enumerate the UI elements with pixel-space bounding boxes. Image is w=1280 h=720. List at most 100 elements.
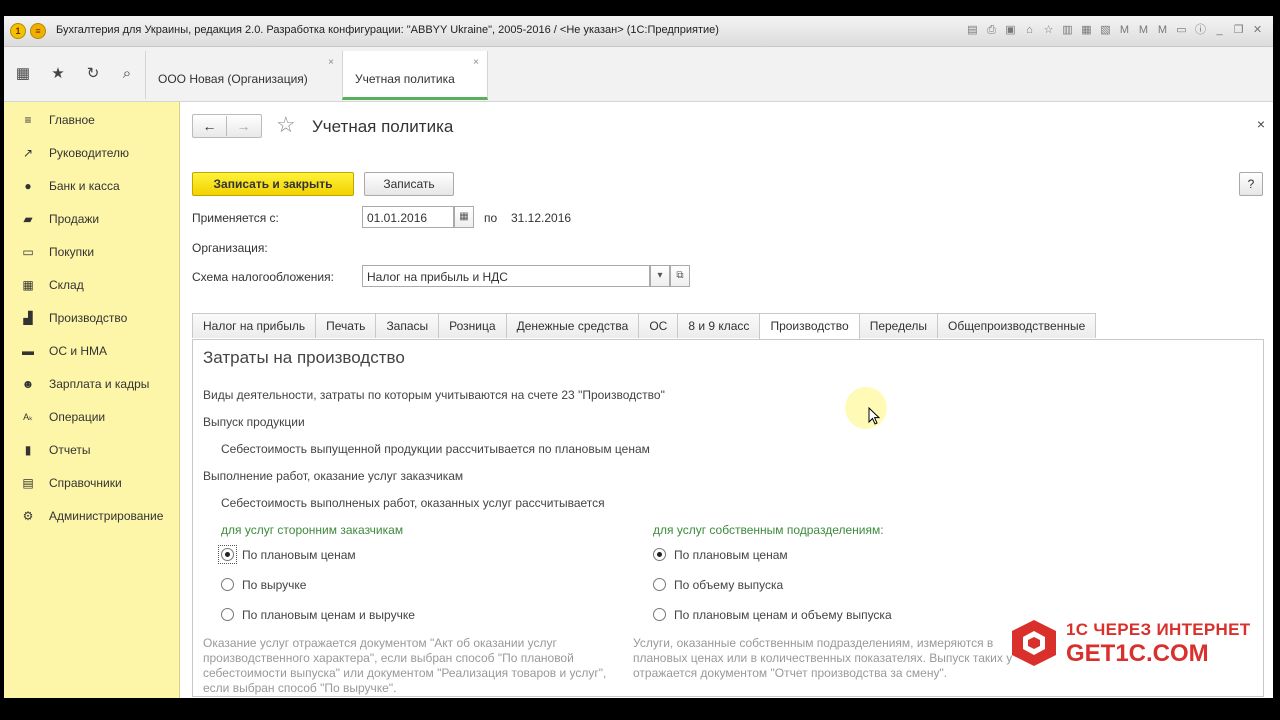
calendar-icon[interactable]: ▦ [454, 206, 474, 228]
bag-icon: ▰ [23, 212, 33, 226]
calc-tool-icon[interactable]: ▦ [1079, 22, 1094, 38]
sidebar-item-assets[interactable]: ▬ ОС и НМА [4, 339, 179, 363]
bar-chart-icon: ▮ [24, 443, 32, 457]
tab-organization-close-icon[interactable]: × [328, 57, 334, 68]
note-line: производственного характера", если выбра… [203, 651, 574, 665]
sidebar-item-main[interactable]: ≡ Главное [4, 108, 179, 132]
coin-icon: ● [24, 179, 32, 193]
app-logo-icon[interactable]: 1 [10, 23, 26, 39]
tab-organization-label: ООО Новая (Организация) [158, 72, 308, 86]
sidebar-item-bank[interactable]: ● Банк и касса [4, 174, 179, 198]
tab-production[interactable]: Производство [759, 313, 860, 340]
search-icon[interactable]: ⌕ [118, 65, 136, 83]
sidebar-item-label: Покупки [49, 245, 95, 259]
sidebar-item-operations[interactable]: Aₖ Операции [4, 405, 179, 429]
app-menu-icon[interactable]: ≡ [30, 23, 46, 39]
internal-note: Услуги, оказанные собственным подразделе… [633, 636, 1012, 681]
window-layout-icon[interactable]: ▭ [1174, 22, 1189, 38]
app-window: 1 ≡ Бухгалтерия для Украины, редакция 2.… [4, 16, 1273, 698]
note-line: отражается документом "Отчет производств… [633, 666, 948, 680]
people-icon: ☻ [21, 377, 35, 391]
window-close-icon[interactable]: ✕ [1250, 22, 1265, 38]
applies-from-label: Применяется с: [192, 211, 279, 225]
memory-m-icon[interactable]: M [1117, 22, 1132, 38]
note-line: если выбран способ "По выручке". [203, 681, 397, 695]
sidebar-item-manager[interactable]: ↗ Руководителю [4, 141, 179, 165]
open-link-icon[interactable]: ⧉ [670, 265, 690, 287]
restore-icon[interactable]: ❐ [1231, 22, 1246, 38]
radio-external-revenue[interactable] [221, 578, 234, 591]
page-title: Учетная политика [312, 117, 454, 136]
radio-internal-planned-volume[interactable] [653, 608, 666, 621]
cart-icon: ▭ [22, 245, 34, 259]
save-and-close-button[interactable]: Записать и закрыть [192, 172, 354, 196]
radio-external-planned-revenue[interactable] [221, 608, 234, 621]
save-tool-icon[interactable]: ▤ [965, 22, 980, 38]
memory-mminus-icon[interactable]: M [1155, 22, 1170, 38]
sidebar-item-production[interactable]: ▟ Производство [4, 306, 179, 330]
forward-arrow-icon[interactable]: → [227, 116, 260, 136]
tab-inventory[interactable]: Запасы [375, 313, 440, 338]
logo-line-1: 1С ЧЕРЕЗ ИНТЕРНЕТ [1066, 620, 1251, 639]
tab-retail[interactable]: Розница [438, 313, 507, 338]
info-icon[interactable]: ⓘ [1193, 22, 1208, 38]
memory-mplus-icon[interactable]: M [1136, 22, 1151, 38]
print-tool-icon[interactable]: ⎙ [984, 22, 999, 38]
sidebar-item-sales[interactable]: ▰ Продажи [4, 207, 179, 231]
sidebar-item-label: Зарплата и кадры [49, 377, 150, 391]
favorite-star-icon[interactable]: ☆ [276, 112, 296, 138]
tab-print[interactable]: Печать [315, 313, 377, 338]
tab-accounting-policy-close-icon[interactable]: × [473, 57, 479, 68]
calendar-tool-icon[interactable]: ▧ [1098, 22, 1113, 38]
sidebar-item-warehouse[interactable]: ▦ Склад [4, 273, 179, 297]
tab-fixed-assets[interactable]: ОС [638, 313, 679, 338]
tab-redistribution[interactable]: Переделы [858, 313, 938, 338]
history-icon[interactable]: ↻ [84, 65, 102, 83]
apps-grid-icon[interactable]: ▦ [14, 65, 32, 83]
tab-class-8-9[interactable]: 8 и 9 класс [677, 313, 761, 338]
radio-internal-planned[interactable] [653, 548, 666, 561]
cursor-highlight [845, 387, 887, 429]
history-tool-icon[interactable]: ▥ [1060, 22, 1075, 38]
sidebar-item-label: Производство [49, 311, 128, 325]
preview-tool-icon[interactable]: ▣ [1003, 22, 1018, 38]
sidebar-item-purchases[interactable]: ▭ Покупки [4, 240, 179, 264]
sidebar-item-admin[interactable]: ⚙ Администрирование [4, 504, 179, 528]
tax-scheme-select[interactable]: Налог на прибыль и НДС [362, 265, 650, 287]
tab-income-tax[interactable]: Налог на прибыль [192, 313, 317, 338]
tab-organization[interactable]: ООО Новая (Организация) × [145, 51, 343, 99]
radio-internal-volume[interactable] [653, 578, 666, 591]
sidebar-item-label: Продажи [49, 212, 100, 226]
title-toolbar: ▤ ⎙ ▣ ⌂ ☆ ▥ ▦ ▧ M M M ▭ ⓘ _ ❐ ✕ [965, 22, 1265, 38]
tab-cash[interactable]: Денежные средства [505, 313, 640, 338]
sidebar-item-label: ОС и НМА [49, 344, 108, 358]
gear-icon: ⚙ [22, 509, 34, 523]
home-tool-icon[interactable]: ⌂ [1022, 22, 1037, 38]
sidebar-item-reports[interactable]: ▮ Отчеты [4, 438, 179, 462]
tab-accounting-policy[interactable]: Учетная политика × [342, 51, 488, 100]
date-from-input[interactable]: 01.01.2016 [362, 206, 454, 228]
help-button[interactable]: ? [1239, 172, 1263, 196]
back-arrow-icon[interactable]: ← [193, 116, 227, 136]
radio-external-planned[interactable] [221, 548, 234, 561]
favorites-star-icon[interactable]: ★ [49, 65, 67, 83]
minimize-icon[interactable]: _ [1212, 22, 1227, 38]
date-to-value: 31.12.2016 [511, 211, 572, 225]
sections-sidebar: ≡ Главное ↗ Руководителю ● Банк и касса ▰ Пр… [4, 102, 180, 698]
sidebar-item-label: Банк и касса [49, 179, 120, 193]
sidebar-item-payroll[interactable]: ☻ Зарплата и кадры [4, 372, 179, 396]
internal-units-title: для услуг собственным подразделениям: [653, 523, 884, 537]
favorites-tool-icon[interactable]: ☆ [1041, 22, 1056, 38]
form-close-icon[interactable]: × [1257, 116, 1265, 132]
sidebar-item-label: Склад [49, 278, 84, 292]
tab-overhead[interactable]: Общепроизводственные [936, 313, 1097, 338]
logo-line-2: GET1C.COM [1066, 640, 1209, 667]
sidebar-item-catalogs[interactable]: ▤ Справочники [4, 471, 179, 495]
sidebar-item-label: Главное [49, 113, 95, 127]
radio-label: По плановым ценам и выручке [242, 608, 415, 622]
menu-icon: ≡ [24, 113, 32, 127]
save-button[interactable]: Записать [364, 172, 454, 196]
chevron-down-icon[interactable]: ▾ [650, 265, 670, 287]
form-area: ← → ☆ Учетная политика × Записать и закр… [180, 102, 1273, 698]
radio-label: По выручке [242, 578, 307, 592]
